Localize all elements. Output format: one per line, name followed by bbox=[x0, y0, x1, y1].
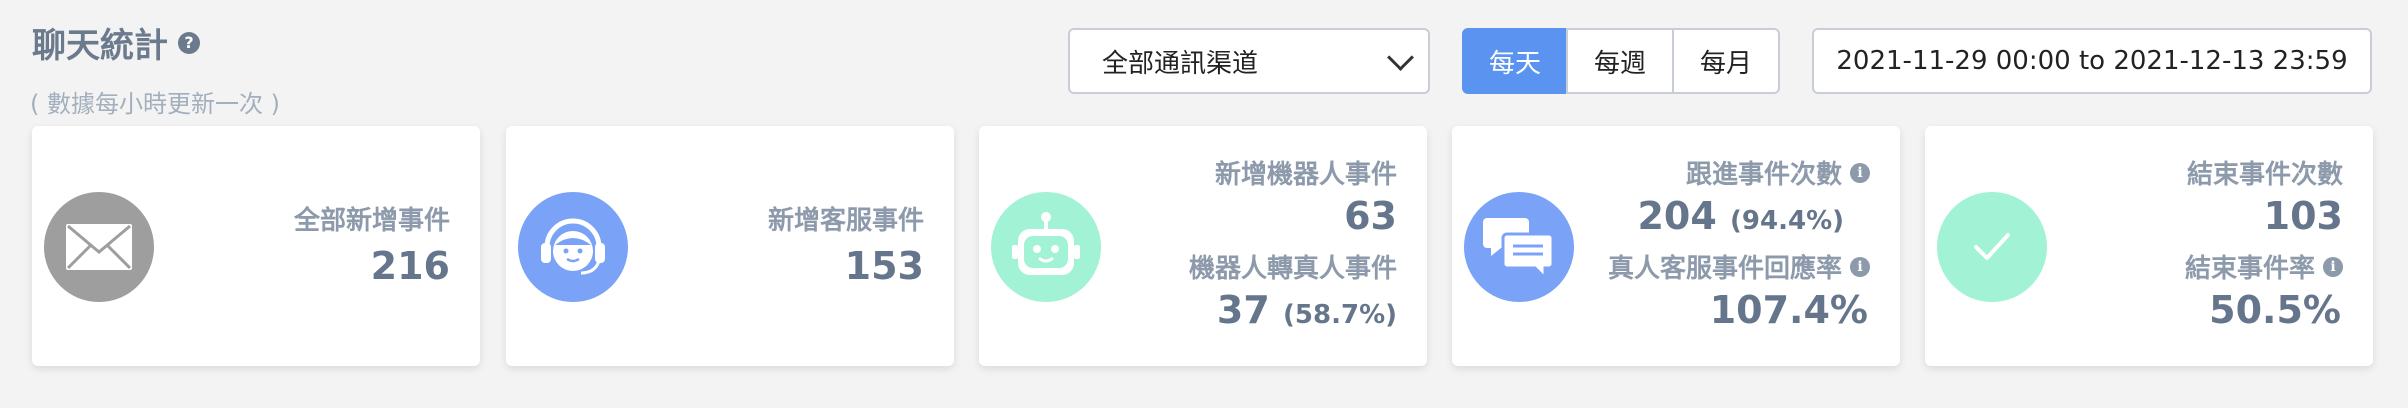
stat-label: 新增客服事件 bbox=[767, 206, 924, 236]
stat-label-secondary: 機器人轉真人事件 bbox=[1188, 254, 1397, 284]
period-daily-button[interactable]: 每天 bbox=[1462, 28, 1568, 94]
stat-card-bot-events: 新增機器人事件 63 機器人轉真人事件 37 (58.7%) bbox=[979, 126, 1427, 366]
stat-value-secondary: 50.5% bbox=[2209, 288, 2341, 332]
stat-label: 結束事件次數 bbox=[2186, 160, 2343, 190]
stat-label: 新增機器人事件 bbox=[1214, 160, 1397, 190]
stat-value: 103 bbox=[2263, 194, 2343, 238]
question-circle-icon[interactable]: ? bbox=[178, 31, 200, 54]
stat-card-agent-events: 新增客服事件 153 bbox=[506, 126, 954, 366]
channel-select[interactable]: 全部通訊渠道 bbox=[1068, 28, 1430, 94]
stat-value-number: 37 bbox=[1216, 288, 1270, 332]
envelope-icon bbox=[44, 192, 154, 302]
stat-value: 204 (94.4%) bbox=[1637, 194, 1844, 238]
info-icon[interactable]: i bbox=[1850, 162, 1870, 183]
stat-value-secondary: 107.4% bbox=[1709, 288, 1868, 332]
stat-label-text: 真人客服事件回應率 bbox=[1607, 254, 1842, 284]
stat-value-percent: (58.7%) bbox=[1283, 300, 1397, 330]
stat-label-text: 跟進事件次數 bbox=[1685, 160, 1842, 190]
stat-card-followup-events: 跟進事件次數 i 204 (94.4%) 真人客服事件回應率 i 107.4% bbox=[1452, 126, 1900, 366]
stat-label-secondary: 真人客服事件回應率 i bbox=[1608, 248, 1870, 285]
stat-value: 63 bbox=[1344, 194, 1397, 238]
stat-label: 跟進事件次數 i bbox=[1686, 154, 1870, 191]
update-note: ( 數據每小時更新一次 ) bbox=[30, 90, 280, 118]
period-monthly-button[interactable]: 每月 bbox=[1672, 28, 1780, 94]
info-icon[interactable]: i bbox=[1850, 256, 1870, 277]
info-icon[interactable]: i bbox=[2323, 256, 2343, 277]
stat-label-text: 結束事件率 bbox=[2184, 254, 2315, 284]
stat-label-secondary: 結束事件率 i bbox=[2185, 248, 2343, 285]
stat-value: 153 bbox=[844, 244, 924, 288]
stat-card-closed-events: 結束事件次數 103 結束事件率 i 50.5% bbox=[1925, 126, 2373, 366]
channel-select-value: 全部通訊渠道 bbox=[1102, 48, 1259, 79]
stat-value-secondary: 37 (58.7%) bbox=[1217, 288, 1397, 332]
chat-bubbles-icon bbox=[1464, 192, 1574, 302]
page-title-text: 聊天統計 bbox=[32, 26, 168, 66]
chevron-down-icon bbox=[1387, 43, 1414, 71]
stat-card-all-events: 全部新增事件 216 bbox=[32, 126, 480, 366]
check-icon bbox=[1937, 192, 2047, 302]
stat-value-percent: (94.4%) bbox=[1730, 206, 1844, 236]
stat-label: 全部新增事件 bbox=[293, 206, 450, 236]
period-weekly-button[interactable]: 每週 bbox=[1566, 28, 1674, 94]
page-title: 聊天統計 ? bbox=[32, 18, 200, 67]
date-range-picker[interactable]: 2021-11-29 00:00 to 2021-12-13 23:59 bbox=[1812, 28, 2372, 94]
headset-agent-icon bbox=[518, 192, 628, 302]
robot-icon bbox=[991, 192, 1101, 302]
period-toggle: 每天 每週 每月 bbox=[1462, 28, 1780, 94]
stat-value-number: 204 bbox=[1637, 194, 1717, 238]
stat-value: 216 bbox=[370, 244, 450, 288]
